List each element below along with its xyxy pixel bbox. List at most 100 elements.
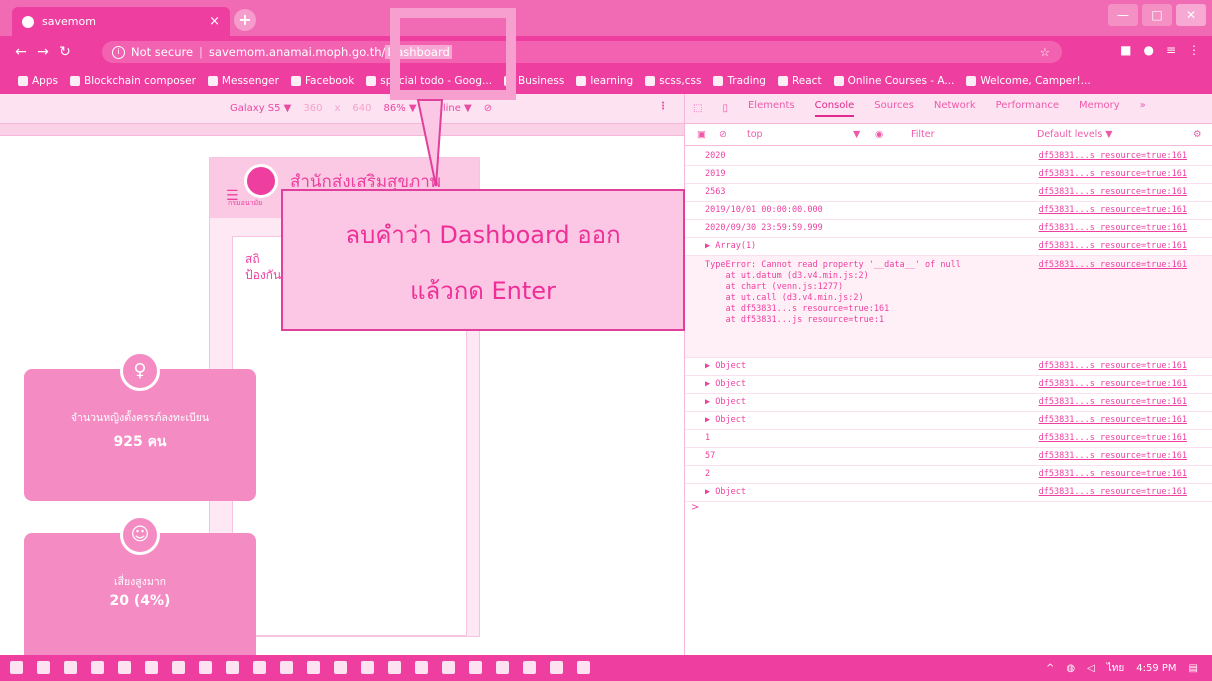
taskbar-app-icon[interactable] xyxy=(226,661,239,674)
extension-icon[interactable]: ≡ xyxy=(1166,43,1176,57)
bookmark-item[interactable]: Online Courses - A... xyxy=(833,75,954,87)
error-stack-line[interactable]: at ut.call (d3.v4.min.js:2) xyxy=(705,293,1212,304)
device-select[interactable]: Galaxy S5 ▼ xyxy=(230,103,291,114)
log-source-link[interactable]: df53831...s resource=true:161 xyxy=(1039,358,1187,375)
menu-icon[interactable]: ⋮ xyxy=(1188,43,1200,57)
eye-icon[interactable]: ◉ xyxy=(875,129,883,140)
log-source-link[interactable]: df53831...s resource=true:161 xyxy=(1039,202,1187,219)
log-source-link[interactable]: df53831...s resource=true:161 xyxy=(1039,448,1187,465)
devtools-tab-performance[interactable]: Performance xyxy=(996,100,1059,117)
bookmark-item[interactable]: Welcome, Camper!... xyxy=(966,75,1091,87)
console-filter-input[interactable]: Filter xyxy=(911,129,935,140)
taskbar-app-icon[interactable] xyxy=(577,661,590,674)
devtools-tab-console[interactable]: Console xyxy=(814,100,855,117)
browser-tab[interactable]: savemom × xyxy=(12,7,230,36)
close-window-button[interactable]: ✕ xyxy=(1176,4,1206,26)
clear-console-icon[interactable]: ⊘ xyxy=(719,129,727,140)
taskbar-app-icon[interactable] xyxy=(415,661,428,674)
taskbar-app-icon[interactable] xyxy=(172,661,185,674)
bookmark-item[interactable]: Apps xyxy=(18,75,58,87)
start-icon[interactable] xyxy=(10,661,23,674)
extension-icon[interactable]: ● xyxy=(1143,43,1153,57)
taskbar-app-icon[interactable] xyxy=(307,661,320,674)
taskbar-app-icon[interactable] xyxy=(469,661,482,674)
bookmark-item[interactable]: React xyxy=(777,75,822,87)
bookmark-item[interactable]: Blockchain composer xyxy=(69,75,196,87)
taskbar-app-icon[interactable] xyxy=(37,661,50,674)
device-height[interactable]: 640 xyxy=(352,103,371,114)
log-source-link[interactable]: df53831...s resource=true:161 xyxy=(1039,412,1187,429)
tray-chevron-icon[interactable]: ^ xyxy=(1046,663,1054,674)
devtools-tab-sources[interactable]: Sources xyxy=(874,100,914,117)
devtools-tab-[interactable]: » xyxy=(1140,100,1146,117)
context-select[interactable]: top xyxy=(747,129,763,140)
log-source-link[interactable]: df53831...s resource=true:161 xyxy=(1039,238,1187,255)
log-source-link[interactable]: df53831...s resource=true:161 xyxy=(1039,430,1187,447)
bookmark-item[interactable]: Facebook xyxy=(290,75,354,87)
log-source-link[interactable]: df53831...s resource=true:161 xyxy=(1039,260,1187,271)
new-tab-button[interactable]: + xyxy=(234,9,256,31)
network-select[interactable]: Online ▼ xyxy=(429,103,472,114)
log-source-link[interactable]: df53831...s resource=true:161 xyxy=(1039,376,1187,393)
taskbar-app-icon[interactable] xyxy=(199,661,212,674)
taskbar-app-icon[interactable] xyxy=(253,661,266,674)
address-bar[interactable]: i Not secure | savemom.anamai.moph.go.th… xyxy=(102,41,1062,63)
context-dropdown-icon[interactable]: ▼ xyxy=(853,129,860,140)
bookmark-star-icon[interactable]: ☆ xyxy=(1040,45,1050,59)
sidebar-toggle-icon[interactable]: ▣ xyxy=(697,129,706,140)
log-source-link[interactable]: df53831...s resource=true:161 xyxy=(1039,484,1187,501)
taskbar-app-icon[interactable] xyxy=(118,661,131,674)
rotate-icon[interactable]: ⊘ xyxy=(484,103,492,114)
log-source-link[interactable]: df53831...s resource=true:161 xyxy=(1039,220,1187,237)
error-stack-line[interactable]: at df53831...js resource=true:1 xyxy=(705,315,1212,326)
taskbar-app-icon[interactable] xyxy=(334,661,347,674)
taskbar-app-icon[interactable] xyxy=(64,661,77,674)
devtools-tab-network[interactable]: Network xyxy=(934,100,976,117)
info-icon[interactable]: i xyxy=(112,45,125,59)
error-stack-line[interactable]: at ut.datum (d3.v4.min.js:2) xyxy=(705,271,1212,282)
device-width[interactable]: 360 xyxy=(303,103,322,114)
taskbar-app-icon[interactable] xyxy=(361,661,374,674)
volume-icon[interactable]: ◁ xyxy=(1087,663,1095,674)
bookmark-label: Trading xyxy=(727,75,766,87)
network-icon[interactable]: ◍ xyxy=(1066,663,1075,674)
log-source-link[interactable]: df53831...s resource=true:161 xyxy=(1039,466,1187,483)
error-stack-line[interactable]: at df53831...s resource=true:161 xyxy=(705,304,1212,315)
taskbar-app-icon[interactable] xyxy=(280,661,293,674)
settings-gear-icon[interactable]: ⚙ xyxy=(1193,129,1202,140)
zoom-select[interactable]: 86% ▼ xyxy=(384,103,417,114)
inspect-icon[interactable]: ⬚ xyxy=(693,103,702,114)
devtools-tab-elements[interactable]: Elements xyxy=(748,100,795,117)
taskbar-app-icon[interactable] xyxy=(550,661,563,674)
language-indicator[interactable]: ไทย xyxy=(1107,661,1124,676)
log-source-link[interactable]: df53831...s resource=true:161 xyxy=(1039,166,1187,183)
bookmark-item[interactable]: Messenger xyxy=(207,75,279,87)
log-source-link[interactable]: df53831...s resource=true:161 xyxy=(1039,184,1187,201)
log-source-link[interactable]: df53831...s resource=true:161 xyxy=(1039,394,1187,411)
maximize-button[interactable]: □ xyxy=(1142,4,1172,26)
taskbar-app-icon[interactable] xyxy=(496,661,509,674)
tab-close-icon[interactable]: × xyxy=(209,14,220,29)
device-toggle-icon[interactable]: ▯ xyxy=(722,103,728,114)
bookmark-item[interactable]: scss,css xyxy=(645,75,701,87)
forward-icon[interactable]: → xyxy=(32,44,54,60)
back-icon[interactable]: ← xyxy=(10,44,32,60)
taskbar-app-icon[interactable] xyxy=(145,661,158,674)
notification-icon[interactable]: ▤ xyxy=(1189,663,1198,674)
log-levels-select[interactable]: Default levels ▼ xyxy=(1037,129,1113,140)
reload-icon[interactable]: ↻ xyxy=(54,44,76,60)
extension-icon[interactable]: ■ xyxy=(1120,43,1131,57)
more-options-icon[interactable]: ⋮ xyxy=(658,101,668,112)
taskbar-app-icon[interactable] xyxy=(91,661,104,674)
bookmark-item[interactable]: learning xyxy=(576,75,633,87)
devtools-tab-memory[interactable]: Memory xyxy=(1079,100,1120,117)
taskbar-app-icon[interactable] xyxy=(388,661,401,674)
taskbar-app-icon[interactable] xyxy=(523,661,536,674)
clock[interactable]: 4:59 PM xyxy=(1136,663,1176,674)
log-source-link[interactable]: df53831...s resource=true:161 xyxy=(1039,148,1187,165)
minimize-button[interactable]: — xyxy=(1108,4,1138,26)
taskbar-app-icon[interactable] xyxy=(442,661,455,674)
bookmark-item[interactable]: Trading xyxy=(713,75,766,87)
error-stack-line[interactable]: at chart (venn.js:1277) xyxy=(705,282,1212,293)
console-prompt[interactable]: > xyxy=(691,502,1212,513)
